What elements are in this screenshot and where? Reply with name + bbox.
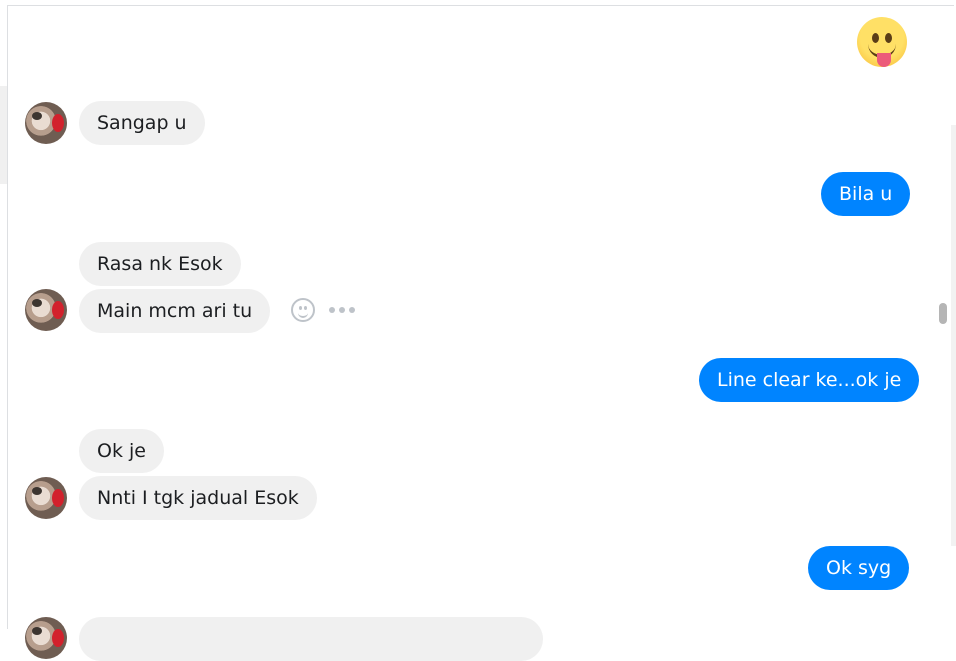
incoming-message-partial[interactable]	[79, 617, 543, 661]
outgoing-message[interactable]: Line clear ke...ok je	[699, 358, 920, 402]
incoming-message[interactable]: Ok je	[79, 429, 164, 473]
avatar[interactable]	[25, 617, 67, 659]
avatar[interactable]	[25, 289, 67, 331]
outgoing-message[interactable]: Ok syg	[808, 546, 910, 590]
incoming-message[interactable]: Main mcm ari tu	[79, 289, 271, 333]
scrollbar-thumb[interactable]	[939, 303, 947, 324]
avatar[interactable]	[25, 102, 67, 144]
incoming-message[interactable]: Sangap u	[79, 101, 205, 145]
scroll-track	[951, 125, 956, 546]
tongue-emoji-message[interactable]	[857, 17, 907, 67]
left-panel-edge	[0, 86, 7, 184]
incoming-message[interactable]: Nnti I tgk jadual Esok	[79, 476, 317, 520]
outgoing-message[interactable]: Bila u	[821, 172, 911, 216]
smiley-icon[interactable]	[291, 298, 315, 322]
avatar[interactable]	[25, 477, 67, 519]
incoming-message[interactable]: Rasa nk Esok	[79, 242, 241, 286]
more-dots-icon[interactable]	[329, 302, 355, 318]
